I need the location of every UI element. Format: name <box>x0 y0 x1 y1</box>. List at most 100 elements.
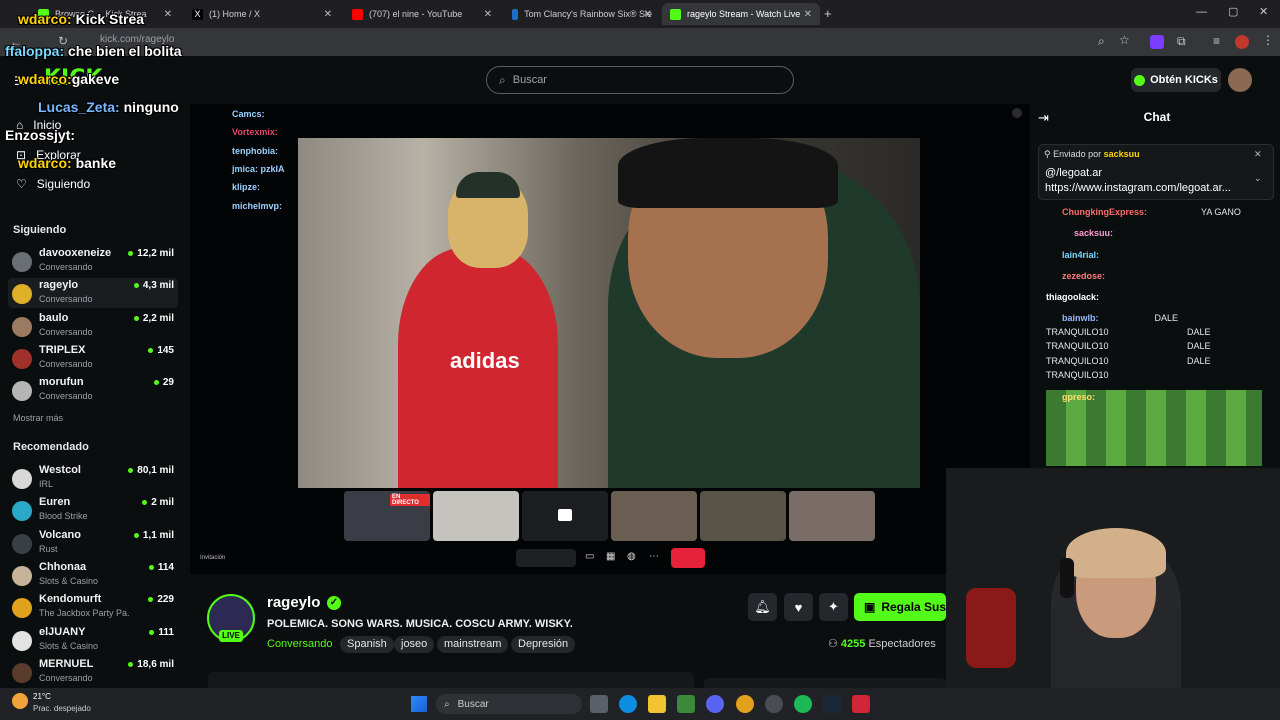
channel-category: Conversando <box>39 672 93 683</box>
close-tab-icon[interactable]: ✕ <box>644 9 652 20</box>
stream-category[interactable]: Conversando <box>267 638 332 650</box>
notification-bell-button[interactable]: 🔔︎ <box>748 593 777 621</box>
tag-chip[interactable]: Depresión <box>511 636 576 653</box>
chat-bubble-icon[interactable]: ◍ <box>627 551 636 562</box>
call-thumbnail[interactable]: EN DIRECTO <box>344 491 430 541</box>
weather-icon[interactable] <box>12 693 28 709</box>
steam-icon[interactable] <box>823 695 841 713</box>
close-tab-icon[interactable]: ✕ <box>484 9 492 20</box>
chat-message[interactable]: thiagoolack: <box>1046 292 1099 302</box>
chat-message[interactable]: zezedose: <box>1062 271 1105 281</box>
store-icon[interactable] <box>677 695 695 713</box>
tag-chip[interactable]: joseo <box>394 636 435 653</box>
new-tab-icon[interactable]: + <box>824 6 832 21</box>
call-thumbnail[interactable] <box>789 491 875 541</box>
discord-icon[interactable] <box>706 695 724 713</box>
minimize-icon[interactable]: — <box>1196 6 1207 18</box>
chat-message[interactable]: DALE <box>1187 341 1211 351</box>
chevron-down-icon[interactable]: ⌄ <box>1254 173 1262 184</box>
sidebar-channel-item[interactable]: morufun Conversando 29 <box>8 375 178 405</box>
obs-icon[interactable] <box>852 695 870 713</box>
invite-label[interactable]: Invitación <box>200 555 225 561</box>
chat-message[interactable]: DALE <box>1187 356 1211 366</box>
browser-tab-youtube[interactable]: (707) el nine - YouTube ✕ <box>344 3 500 25</box>
user-avatar[interactable] <box>1228 68 1252 92</box>
edge-icon[interactable] <box>619 695 637 713</box>
browser-tab-rageylo-active[interactable]: rageylo Stream - Watch Live ✕ <box>662 3 820 25</box>
grid-icon[interactable]: ▦ <box>606 551 615 562</box>
sidebar-channel-item[interactable]: Kendomurft The Jackbox Party Pa... 229 <box>8 592 178 622</box>
file-explorer-icon[interactable] <box>648 695 666 713</box>
chat-message[interactable]: sacksuu: <box>1074 228 1113 238</box>
maximize-icon[interactable]: ▢ <box>1228 5 1238 18</box>
chat-message[interactable]: bainwlb: DALE <box>1062 313 1178 323</box>
task-view-icon[interactable] <box>590 695 608 713</box>
chrome-icon[interactable] <box>736 695 754 713</box>
chat-message[interactable]: ChungkingExpress: YA GANO <box>1062 207 1241 217</box>
search-input[interactable]: ⌕ Buscar <box>486 66 794 94</box>
chat-message[interactable]: lain4rial: <box>1062 250 1099 260</box>
windows-start-icon[interactable] <box>411 696 427 712</box>
menu-list-icon[interactable]: ≡ <box>1213 34 1220 48</box>
chat-username[interactable]: ChungkingExpress: <box>1062 207 1147 217</box>
chat-message[interactable]: DALE <box>1187 327 1211 337</box>
unpin-icon[interactable]: ✕ <box>1254 149 1262 160</box>
get-kicks-button[interactable]: Obtén KICKs <box>1131 68 1221 92</box>
sidebar-channel-item[interactable]: elJUANY Slots & Casino 111 <box>8 625 178 655</box>
video-frame[interactable]: adidas <box>298 138 920 488</box>
gift-sub-button[interactable]: ▣ Regala Susc <box>854 593 946 621</box>
player-info-icon[interactable] <box>1012 108 1022 118</box>
follow-heart-button[interactable]: ♥ <box>784 593 813 621</box>
call-thumbnail[interactable] <box>433 491 519 541</box>
close-tab-icon[interactable]: ✕ <box>324 9 332 20</box>
hang-up-button[interactable] <box>671 548 705 568</box>
extension-icon[interactable] <box>1150 35 1164 49</box>
chat-username[interactable]: sacksuu: <box>1074 228 1113 238</box>
kebab-menu-icon[interactable]: ⋮ <box>1262 33 1274 47</box>
chat-username[interactable]: gpreso: <box>1062 392 1095 402</box>
show-more-link[interactable]: Mostrar más <box>13 413 63 423</box>
chat-username[interactable]: bainwlb: <box>1062 313 1099 323</box>
sidebar-channel-item[interactable]: TRIPLEX Conversando 145 <box>8 343 178 373</box>
chat-message[interactable]: gpreso: <box>1062 392 1095 402</box>
sidebar-channel-item[interactable]: MERNUEL Conversando 18,6 mil <box>8 657 178 687</box>
sidebar-channel-item[interactable]: baulo Conversando 2,2 mil <box>8 311 178 341</box>
sidebar-channel-item[interactable]: Euren Blood Strike 2 mil <box>8 495 178 525</box>
sidebar-channel-item[interactable]: Volcano Rust 1,1 mil <box>8 528 178 558</box>
pinned-link[interactable]: https://www.instagram.com/legoat.ar... <box>1045 182 1231 194</box>
call-thumbnail[interactable] <box>522 491 608 541</box>
profile-avatar-icon[interactable] <box>1235 35 1249 49</box>
channel-name[interactable]: rageylo <box>267 594 320 611</box>
sidebar-channel-item[interactable]: Westcol IRL 80,1 mil <box>8 463 178 493</box>
sparkle-button[interactable]: ✦ <box>819 593 848 621</box>
chat-username[interactable]: zezedose: <box>1062 271 1105 281</box>
chat-message[interactable]: TRANQUILO10 <box>1046 370 1109 380</box>
call-thumbnail[interactable] <box>611 491 697 541</box>
chat-message[interactable]: TRANQUILO10 <box>1046 341 1109 351</box>
chat-message[interactable]: TRANQUILO10 <box>1046 327 1109 337</box>
tag-chip[interactable]: Spanish <box>340 636 394 653</box>
browser-tab-x[interactable]: X (1) Home / X ✕ <box>184 3 340 25</box>
close-tab-icon[interactable]: ✕ <box>164 9 172 20</box>
puzzle-icon[interactable]: ⧉ <box>1177 34 1186 49</box>
chat-username[interactable]: lain4rial: <box>1062 250 1099 260</box>
more-dots-icon[interactable]: ⋯ <box>649 551 659 562</box>
app-icon[interactable] <box>765 695 783 713</box>
browser-tab-rainbow-six[interactable]: Tom Clancy's Rainbow Six® Sie ✕ <box>504 3 660 25</box>
nav-following[interactable]: ♡ Siguiendo <box>16 177 90 191</box>
chat-username[interactable]: thiagoolack: <box>1046 292 1099 302</box>
taskbar-search[interactable]: ⌕ Buscar <box>436 694 582 714</box>
close-window-icon[interactable]: ✕ <box>1259 5 1268 18</box>
tag-chip[interactable]: mainstream <box>437 636 509 653</box>
sidebar-channel-item[interactable]: Chhonaa Slots & Casino 114 <box>8 560 178 590</box>
chat-message[interactable]: TRANQUILO10 <box>1046 356 1109 366</box>
call-thumbnail[interactable] <box>700 491 786 541</box>
bookmark-star-icon[interactable]: ☆ <box>1119 33 1130 47</box>
sidebar-channel-item[interactable]: rageylo Conversando 4,3 mil <box>8 278 178 309</box>
spotify-icon[interactable] <box>794 695 812 713</box>
sidebar-channel-item[interactable]: davooxeneize Conversando 12,2 mil <box>8 246 178 276</box>
zoom-icon[interactable]: ⌕ <box>1098 34 1105 49</box>
mic-toggle[interactable] <box>516 549 576 567</box>
screen-share-icon[interactable]: ▭ <box>585 551 594 562</box>
close-tab-icon[interactable]: ✕ <box>804 9 812 20</box>
